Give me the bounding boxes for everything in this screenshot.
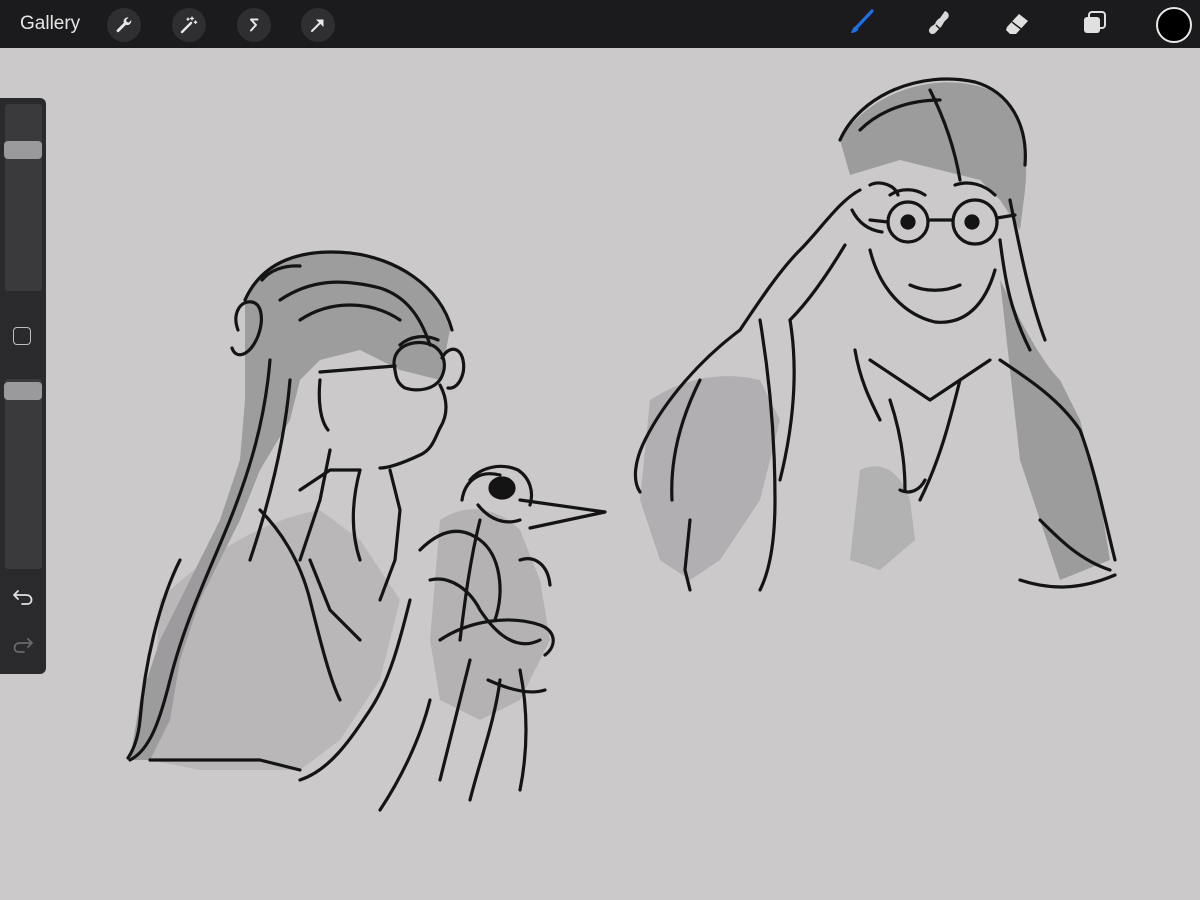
actions-button[interactable] xyxy=(107,8,141,42)
selection-s-icon xyxy=(244,15,264,35)
magic-wand-icon xyxy=(179,15,199,35)
adjustments-button[interactable] xyxy=(172,8,206,42)
color-picker-button[interactable] xyxy=(1156,7,1192,43)
redo-button[interactable] xyxy=(11,636,35,656)
left-figure-shading xyxy=(130,252,550,770)
arrow-cursor-icon xyxy=(308,15,328,35)
eraser-icon xyxy=(1001,7,1033,44)
opacity-slider-thumb[interactable] xyxy=(4,382,42,400)
sketch-artwork xyxy=(126,77,1117,812)
brush-icon xyxy=(845,7,877,44)
right-figure-shading xyxy=(640,82,1110,580)
brush-size-slider[interactable] xyxy=(4,104,42,291)
undo-icon xyxy=(12,586,34,611)
smudge-button[interactable] xyxy=(922,8,956,42)
gallery-button[interactable]: Gallery xyxy=(20,12,80,36)
eraser-button[interactable] xyxy=(1000,8,1034,42)
left-sidebar xyxy=(0,98,46,674)
opacity-slider[interactable] xyxy=(4,379,42,569)
brush-size-slider-thumb[interactable] xyxy=(4,141,42,159)
square-modifier-icon[interactable] xyxy=(13,327,31,345)
drawing-canvas[interactable] xyxy=(0,48,1200,900)
brush-button[interactable] xyxy=(844,8,878,42)
layers-icon xyxy=(1079,7,1111,44)
smudge-icon xyxy=(923,7,955,44)
transform-button[interactable] xyxy=(301,8,335,42)
wrench-icon xyxy=(114,15,134,35)
layers-button[interactable] xyxy=(1078,8,1112,42)
procreate-app: Gallery xyxy=(0,0,1200,900)
top-toolbar: Gallery xyxy=(0,0,1200,48)
undo-button[interactable] xyxy=(11,588,35,608)
selection-button[interactable] xyxy=(237,8,271,42)
redo-icon xyxy=(12,634,34,659)
